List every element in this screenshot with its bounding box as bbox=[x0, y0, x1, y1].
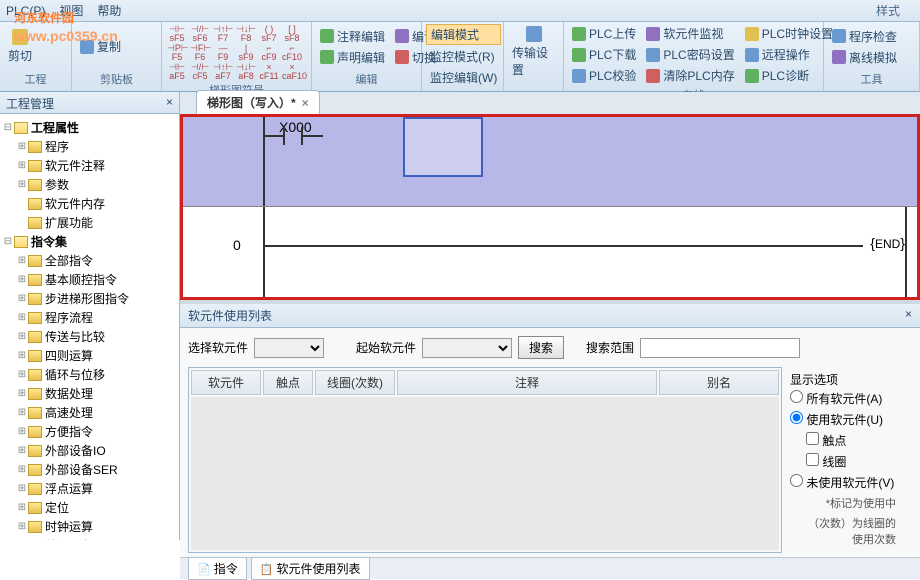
program-check-button[interactable]: 程序检查 bbox=[828, 27, 901, 46]
cut-button[interactable]: 剪切 bbox=[4, 27, 36, 66]
bottom-tab-instruction[interactable]: 📄 指令 bbox=[188, 557, 247, 580]
usage-table[interactable]: 软元件 触点 线圈(次数) 注释 别名 bbox=[188, 367, 782, 553]
sidebar-title: 工程管理 bbox=[6, 95, 54, 110]
usage-title: 软元件使用列表 bbox=[188, 307, 272, 324]
editor-tabstrip: 梯形图（写入）*× bbox=[180, 92, 920, 114]
copy-button[interactable]: 复制 bbox=[76, 37, 125, 56]
ribbon-group-clipboard: 剪贴板 bbox=[76, 69, 157, 89]
sidebar-close-icon[interactable]: × bbox=[166, 95, 173, 110]
ribbon-group-edit: 编辑 bbox=[316, 69, 417, 89]
edit-mode-button[interactable]: 编辑模式 bbox=[426, 24, 501, 45]
search-range-label: 搜索范围 bbox=[586, 339, 634, 356]
start-device-combo[interactable] bbox=[422, 338, 512, 358]
cursor-box bbox=[403, 117, 483, 177]
bottom-tab-usage[interactable]: 📋 软元件使用列表 bbox=[251, 557, 370, 580]
opt-contact[interactable]: 触点 bbox=[790, 430, 904, 451]
plc-verify-button[interactable]: PLC校验 bbox=[568, 66, 640, 85]
plc-download-button[interactable]: PLC下载 bbox=[568, 45, 640, 64]
search-button[interactable]: 搜索 bbox=[518, 336, 564, 359]
start-device-label: 起始软元件 bbox=[356, 339, 416, 356]
menu-styles[interactable]: 样式 bbox=[876, 2, 900, 19]
comment-edit-button[interactable]: 注释编辑 bbox=[316, 27, 389, 46]
transfer-settings-button[interactable]: 传输设置 bbox=[508, 24, 559, 80]
plc-clock-button[interactable]: PLC时钟设置 bbox=[741, 24, 837, 43]
statement-edit-button[interactable]: 声明编辑 bbox=[316, 48, 389, 67]
device-monitor-button[interactable]: 软元件监视 bbox=[642, 24, 738, 43]
opt-coil[interactable]: 线圈 bbox=[790, 451, 904, 472]
opt-all[interactable]: 所有软元件(A) bbox=[790, 388, 904, 409]
ladder-tab[interactable]: 梯形图（写入）*× bbox=[196, 90, 320, 114]
plc-diag-button[interactable]: PLC诊断 bbox=[741, 66, 837, 85]
close-tab-icon[interactable]: × bbox=[302, 96, 309, 110]
menu-view[interactable]: 视图 bbox=[59, 2, 83, 19]
ladder-symbol-grid[interactable]: ⊣⊢sF5⊣/⊢sF6⊣↑⊢F7⊣↓⊢F8( )sF7[ ]sF8 ⊣P⊢F5⊣… bbox=[166, 24, 303, 80]
monitor-edit-button[interactable]: 监控编辑(W) bbox=[426, 68, 501, 87]
ribbon-group-tools: 工具 bbox=[828, 69, 915, 89]
menubar: PLC(P) 视图 帮助 样式 bbox=[0, 0, 920, 22]
search-range-input[interactable] bbox=[640, 338, 800, 358]
select-device-label: 选择软元件 bbox=[188, 339, 248, 356]
plc-password-button[interactable]: PLC密码设置 bbox=[642, 45, 738, 64]
select-device-combo[interactable] bbox=[254, 338, 324, 358]
ribbon: 剪切 工程 复制 剪贴板 ⊣⊢sF5⊣/⊢sF6⊣↑⊢F7⊣↓⊢F8( )sF7… bbox=[0, 22, 920, 92]
clear-memory-button[interactable]: 清除PLC内存 bbox=[642, 66, 738, 85]
remote-op-button[interactable]: 远程操作 bbox=[741, 45, 837, 64]
project-sidebar: 工程管理 × ⊟工程属性 ⊞程序 ⊞软元件注释 ⊞参数 软元件内存 扩展功能 ⊟指… bbox=[0, 92, 180, 540]
menu-plc[interactable]: PLC(P) bbox=[6, 4, 45, 18]
offline-sim-button[interactable]: 离线模拟 bbox=[828, 48, 901, 67]
monitor-mode-button[interactable]: 监控模式(R) bbox=[426, 47, 501, 66]
display-options: 显示选项 所有软元件(A) 使用软元件(U) 触点 线圈 未使用软元件(V) *… bbox=[782, 367, 912, 553]
ribbon-group-project: 工程 bbox=[4, 69, 67, 89]
project-tree[interactable]: ⊟工程属性 ⊞程序 ⊞软元件注释 ⊞参数 软元件内存 扩展功能 ⊟指令集 ⊞全部… bbox=[0, 114, 179, 540]
usage-close-icon[interactable]: × bbox=[905, 307, 912, 324]
device-usage-panel: 软元件使用列表 × 选择软元件 起始软元件 搜索 搜索范围 软元件 触点 线圈(次… bbox=[180, 300, 920, 579]
plc-upload-button[interactable]: PLC上传 bbox=[568, 24, 640, 43]
opt-unused[interactable]: 未使用软元件(V) bbox=[790, 472, 904, 493]
ladder-editor[interactable]: X000 0 {END} bbox=[180, 114, 920, 300]
step-number: 0 bbox=[233, 237, 241, 253]
menu-help[interactable]: 帮助 bbox=[97, 2, 121, 19]
opt-used[interactable]: 使用软元件(U) bbox=[790, 409, 904, 430]
end-instruction: {END} bbox=[870, 235, 905, 251]
